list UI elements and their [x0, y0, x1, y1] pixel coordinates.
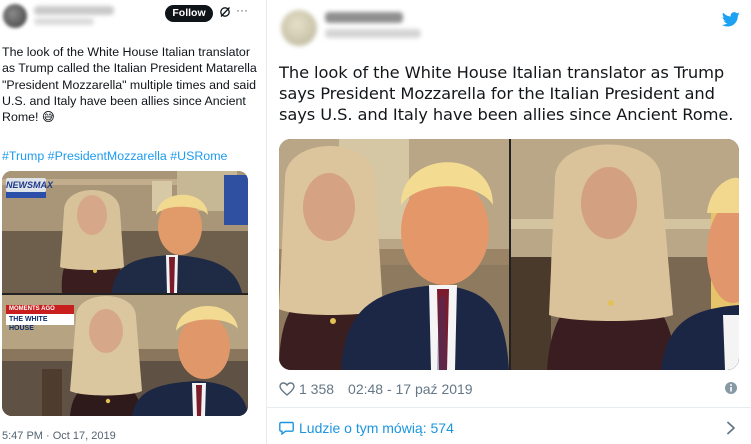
news-ticker: MOMENTS AGO THE WHITE HOUSE	[6, 305, 74, 332]
author-name-blurred[interactable]	[34, 6, 114, 15]
more-icon[interactable]: ···	[236, 3, 248, 17]
avatar[interactable]	[3, 4, 27, 28]
newsmax-logo: NEWSMAX	[6, 178, 53, 192]
newsmax-logo-bar	[6, 192, 46, 198]
photo-still-right	[511, 139, 739, 370]
tweet-media[interactable]: NEWSMAX MOMENTS AGO THE WHITE HOUSE	[2, 171, 248, 416]
conversation-label: Ludzie o tym mówią: 574	[299, 420, 454, 436]
divider	[267, 407, 751, 408]
author-handle-blurred[interactable]	[325, 29, 421, 38]
follow-button[interactable]: Follow	[165, 5, 213, 22]
twitter-bird-icon[interactable]	[722, 12, 740, 27]
media-photo-right[interactable]	[511, 139, 739, 370]
tweet-text: The look of the White House Italian tran…	[279, 63, 734, 124]
media-photo-left[interactable]	[279, 139, 509, 370]
tweet-meta: 1 358 02:48 - 17 paź 2019	[279, 378, 473, 400]
grok-icon[interactable]	[219, 6, 231, 18]
tweet-timestamp[interactable]: 02:48 - 17 paź 2019	[348, 381, 473, 397]
like-count[interactable]: 1 358	[299, 381, 334, 397]
tweet-text: The look of the White House Italian tran…	[2, 45, 257, 125]
photo-still-left	[279, 139, 509, 370]
author-name-blurred[interactable]	[325, 12, 403, 23]
tweet-timestamp[interactable]: 5:47 PM · Oct 17, 2019	[2, 430, 116, 442]
conversation-link[interactable]: Ludzie o tym mówią: 574	[279, 420, 454, 436]
media-frame-bottom: MOMENTS AGO THE WHITE HOUSE	[2, 295, 248, 416]
heart-icon[interactable]	[279, 382, 295, 396]
hashtags[interactable]: #Trump #PresidentMozzarella #USRome	[2, 149, 227, 163]
ticker-white-house: THE WHITE HOUSE	[6, 314, 74, 332]
media-frame-top: NEWSMAX	[2, 171, 248, 293]
ticker-moments-ago: MOMENTS AGO	[6, 305, 74, 314]
avatar[interactable]	[281, 10, 317, 46]
left-tweet: Follow ··· The look of the White House I…	[0, 0, 262, 444]
speech-bubble-icon	[279, 421, 294, 435]
right-tweet: The look of the White House Italian tran…	[266, 0, 751, 444]
chevron-right-icon[interactable]	[726, 421, 736, 435]
tweet-media[interactable]	[279, 139, 739, 370]
info-icon[interactable]	[724, 381, 738, 395]
author-handle-blurred[interactable]	[34, 18, 94, 25]
